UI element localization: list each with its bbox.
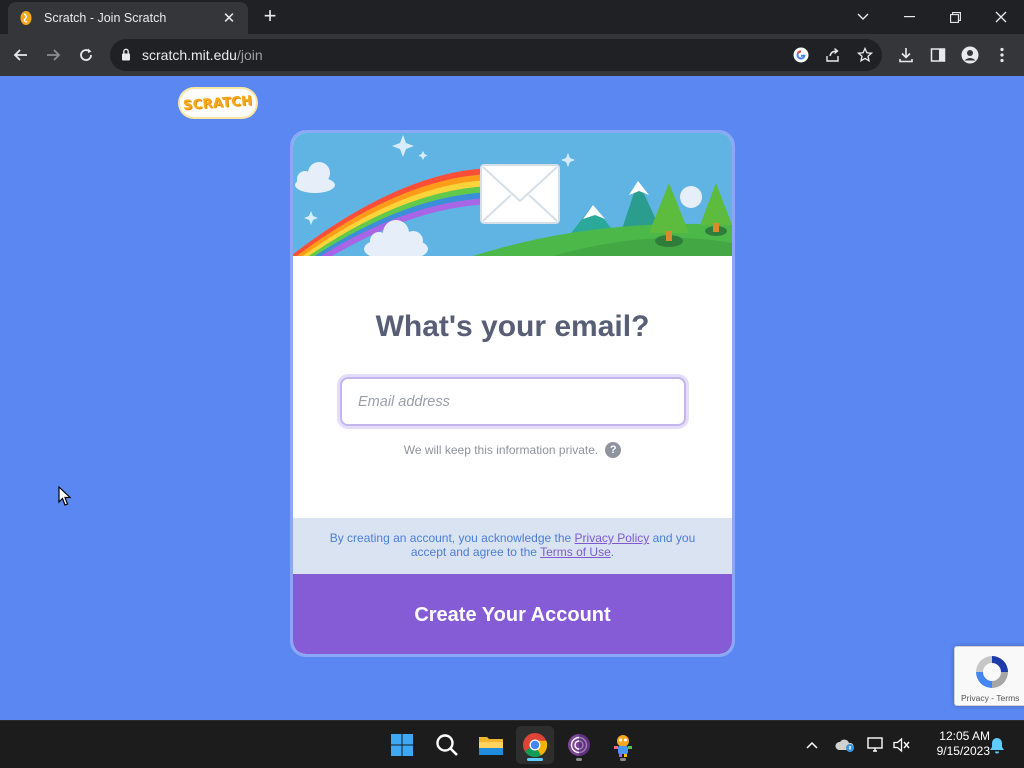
windows-start-icon[interactable] <box>383 726 421 764</box>
create-account-button[interactable]: Create Your Account <box>293 574 732 654</box>
clock-time: 12:05 AM <box>939 729 990 743</box>
kebab-menu-icon[interactable] <box>992 45 1012 65</box>
tor-browser-icon[interactable] <box>560 726 598 764</box>
email-input[interactable] <box>340 377 686 426</box>
terms-of-use-link[interactable]: Terms of Use <box>540 545 611 559</box>
join-card: What's your email? We will keep this inf… <box>290 130 735 657</box>
close-window-icon[interactable] <box>978 0 1024 34</box>
clock-date: 9/15/2023 <box>936 744 990 758</box>
help-question-icon[interactable]: ? <box>605 442 622 458</box>
recaptcha-badge[interactable]: Privacy - Terms <box>954 646 1024 706</box>
tab-search-chevron-icon[interactable] <box>840 0 886 34</box>
lock-icon <box>121 48 131 66</box>
privacy-policy-link[interactable]: Privacy Policy <box>575 531 650 545</box>
system-clock[interactable]: 12:05 AM 9/15/2023 <box>920 729 990 759</box>
scratch-favicon-icon <box>18 10 34 26</box>
onedrive-cloud-icon[interactable] <box>835 735 855 755</box>
url-text[interactable]: scratch.mit.edu/join <box>142 47 263 63</box>
share-icon[interactable] <box>824 46 842 64</box>
side-panel-icon[interactable] <box>928 45 948 65</box>
tor-running-indicator <box>576 758 582 761</box>
forward-arrow-icon[interactable] <box>40 42 66 68</box>
browser-toolbar: scratch.mit.edu/join <box>0 34 1024 76</box>
url-host: scratch.mit.edu <box>142 47 237 63</box>
file-explorer-icon[interactable] <box>472 726 510 764</box>
scratch-running-indicator <box>620 758 626 761</box>
recaptcha-logo-icon <box>976 656 1008 688</box>
privacy-note-row: We will keep this information private. ? <box>293 442 732 458</box>
envelope-icon <box>480 164 560 224</box>
google-lens-icon[interactable] <box>792 46 810 64</box>
back-arrow-icon[interactable] <box>8 42 34 68</box>
chrome-active-indicator <box>527 758 543 761</box>
browser-tab[interactable]: Scratch - Join Scratch ✕ <box>8 2 248 34</box>
mouse-cursor-icon <box>58 486 72 506</box>
restore-icon[interactable] <box>932 0 978 34</box>
scratch-app-icon[interactable] <box>604 726 642 764</box>
rainbow-envelope-banner <box>293 133 732 256</box>
card-body: What's your email? We will keep this inf… <box>293 256 732 518</box>
url-path: /join <box>236 47 263 63</box>
recaptcha-links[interactable]: Privacy - Terms <box>961 693 1019 703</box>
windows-taskbar: 12:05 AM 9/15/2023 <box>0 720 1024 768</box>
page-title: What's your email? <box>375 310 650 343</box>
profile-icon[interactable] <box>960 45 980 65</box>
legal-text-suffix: . <box>610 545 615 559</box>
bookmark-star-icon[interactable] <box>856 46 874 64</box>
browser-titlebar: Scratch - Join Scratch ✕ + <box>0 0 1024 34</box>
legal-text-prefix: By creating an account, you acknowledge … <box>329 531 575 545</box>
scratch-logo[interactable]: SCRATCH <box>180 89 256 117</box>
notification-bell-icon[interactable] <box>987 735 1007 755</box>
chrome-icon[interactable] <box>516 726 554 764</box>
scratch-logo-text: SCRATCH <box>182 93 254 113</box>
minimize-icon[interactable] <box>886 0 932 34</box>
legal-notice: By creating an account, you acknowledge … <box>293 518 732 574</box>
chevron-up-icon[interactable] <box>802 735 822 755</box>
privacy-note: We will keep this information private. <box>403 443 599 457</box>
network-icon[interactable] <box>866 735 886 755</box>
speaker-muted-icon[interactable] <box>892 735 912 755</box>
search-icon[interactable] <box>428 726 466 764</box>
address-bar[interactable]: scratch.mit.edu/join <box>110 39 882 71</box>
download-icon[interactable] <box>896 45 916 65</box>
tab-close-icon[interactable]: ✕ <box>220 9 238 27</box>
reload-icon[interactable] <box>73 42 99 68</box>
new-tab-button[interactable]: + <box>259 5 281 27</box>
tab-title: Scratch - Join Scratch <box>44 11 167 25</box>
